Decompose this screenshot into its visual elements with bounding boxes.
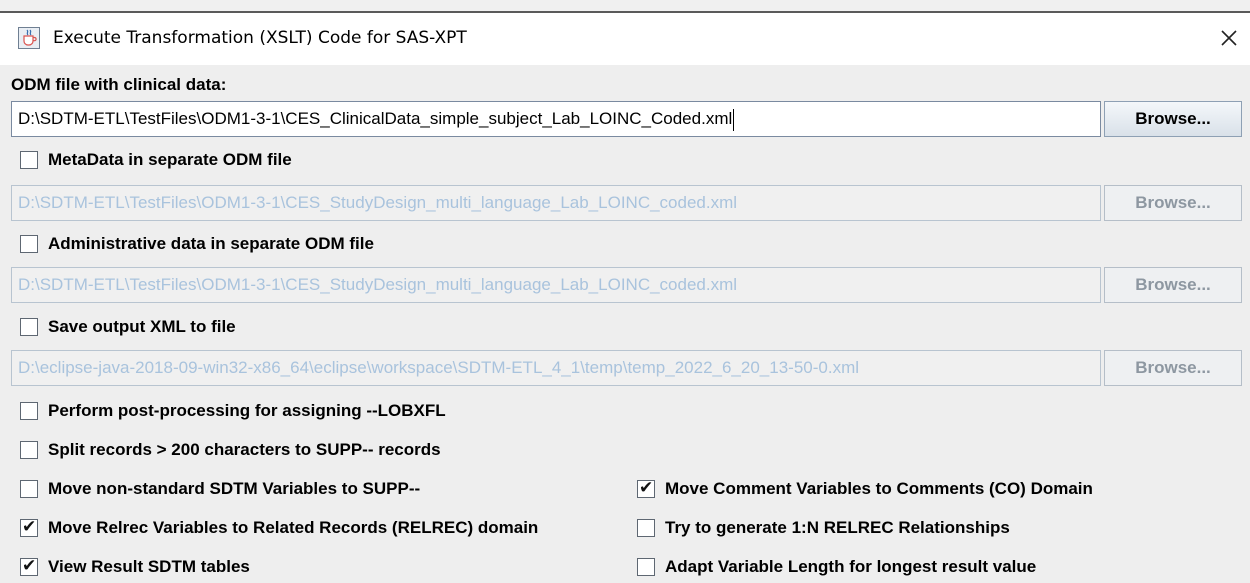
- clinical-data-path: D:\SDTM-ETL\TestFiles\ODM1-3-1\CES_Clini…: [18, 109, 733, 128]
- window-title: Execute Transformation (XSLT) Code for S…: [53, 28, 467, 48]
- relrec-vars-checkbox-box[interactable]: [20, 517, 38, 537]
- save-output-checkbox-box[interactable]: [20, 318, 38, 336]
- adapt-length-checkbox-box[interactable]: [637, 558, 655, 576]
- nonstandard-vars-checkbox-label: Move non-standard SDTM Variables to SUPP…: [48, 479, 421, 498]
- metadata-browse-button: Browse...: [1104, 185, 1242, 221]
- metadata-checkbox[interactable]: MetaData in separate ODM file: [20, 148, 292, 172]
- output-browse-button: Browse...: [1104, 350, 1242, 386]
- postprocess-checkbox-label: Perform post-processing for assigning --…: [48, 401, 446, 420]
- relrec-1n-checkbox-box[interactable]: [637, 519, 655, 537]
- postprocess-checkbox[interactable]: Perform post-processing for assigning --…: [20, 399, 446, 423]
- comment-vars-checkbox[interactable]: Move Comment Variables to Comments (CO) …: [637, 477, 1093, 501]
- view-result-checkbox-label: View Result SDTM tables: [48, 557, 250, 576]
- metadata-path-field: D:\SDTM-ETL\TestFiles\ODM1-3-1\CES_Study…: [11, 185, 1101, 221]
- save-output-checkbox[interactable]: Save output XML to file: [20, 315, 236, 339]
- close-icon[interactable]: [1218, 27, 1240, 49]
- metadata-checkbox-label: MetaData in separate ODM file: [48, 150, 292, 169]
- adapt-length-checkbox[interactable]: Adapt Variable Length for longest result…: [637, 555, 1036, 579]
- split-records-checkbox-box[interactable]: [20, 441, 38, 459]
- admin-data-browse-button: Browse...: [1104, 267, 1242, 303]
- adapt-length-checkbox-label: Adapt Variable Length for longest result…: [665, 557, 1037, 576]
- output-path-field: D:\eclipse-java-2018-09-win32-x86_64\ecl…: [11, 350, 1101, 386]
- view-result-checkbox[interactable]: View Result SDTM tables: [20, 555, 250, 579]
- clinical-data-path-field[interactable]: D:\SDTM-ETL\TestFiles\ODM1-3-1\CES_Clini…: [11, 101, 1101, 137]
- nonstandard-vars-checkbox[interactable]: Move non-standard SDTM Variables to SUPP…: [20, 477, 420, 501]
- relrec-1n-checkbox[interactable]: Try to generate 1:N RELREC Relationships: [637, 516, 1010, 540]
- relrec-vars-checkbox-label: Move Relrec Variables to Related Records…: [48, 518, 539, 537]
- comment-vars-checkbox-label: Move Comment Variables to Comments (CO) …: [665, 479, 1093, 498]
- java-cup-icon: [18, 27, 40, 49]
- metadata-checkbox-box[interactable]: [20, 151, 38, 169]
- split-records-checkbox-label: Split records > 200 characters to SUPP--…: [48, 440, 441, 459]
- text-caret: [733, 108, 735, 131]
- postprocess-checkbox-box[interactable]: [20, 402, 38, 420]
- admin-data-checkbox[interactable]: Administrative data in separate ODM file: [20, 232, 374, 256]
- dialog-content: ODM file with clinical data: D:\SDTM-ETL…: [0, 65, 1250, 583]
- relrec-1n-checkbox-label: Try to generate 1:N RELREC Relationships: [665, 518, 1010, 537]
- relrec-vars-checkbox[interactable]: Move Relrec Variables to Related Records…: [20, 516, 538, 540]
- save-output-checkbox-label: Save output XML to file: [48, 317, 236, 336]
- comment-vars-checkbox-box[interactable]: [637, 478, 655, 498]
- split-records-checkbox[interactable]: Split records > 200 characters to SUPP--…: [20, 438, 441, 462]
- title-bar: Execute Transformation (XSLT) Code for S…: [0, 13, 1250, 65]
- admin-data-checkbox-label: Administrative data in separate ODM file: [48, 234, 374, 253]
- view-result-checkbox-box[interactable]: [20, 556, 38, 576]
- clinical-data-label: ODM file with clinical data:: [11, 75, 227, 94]
- admin-data-path-field: D:\SDTM-ETL\TestFiles\ODM1-3-1\CES_Study…: [11, 267, 1101, 303]
- clinical-browse-button[interactable]: Browse...: [1104, 101, 1242, 137]
- admin-data-checkbox-box[interactable]: [20, 235, 38, 253]
- nonstandard-vars-checkbox-box[interactable]: [20, 480, 38, 498]
